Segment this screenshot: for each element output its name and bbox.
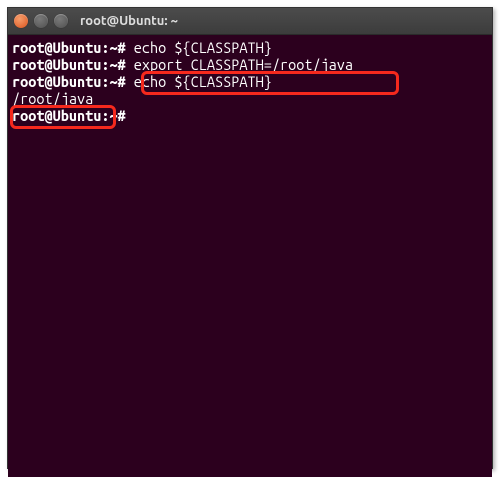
prompt: root@Ubuntu:~# [12,73,126,90]
terminal-line: root@Ubuntu:~# echo ${CLASSPATH} [12,73,488,90]
maximize-icon[interactable] [54,14,68,28]
prompt: root@Ubuntu:~# [12,39,126,56]
terminal-line: /root/java [12,90,488,107]
window-title: root@Ubuntu: ~ [80,14,178,28]
terminal-line: root@Ubuntu:~# export CLASSPATH=/root/ja… [12,56,488,73]
command-text: echo ${CLASSPATH} [126,73,272,90]
terminal-line: root@Ubuntu:~# [12,107,488,124]
command-text: echo ${CLASSPATH} [126,39,272,56]
output-text: /root/java [12,90,93,107]
terminal-body[interactable]: root@Ubuntu:~# echo ${CLASSPATH} root@Ub… [8,35,492,477]
terminal-line: root@Ubuntu:~# echo ${CLASSPATH} [12,39,488,56]
close-icon[interactable] [14,14,28,28]
prompt: root@Ubuntu:~# [12,56,126,73]
command-text [126,107,134,124]
minimize-icon[interactable] [34,14,48,28]
titlebar[interactable]: root@Ubuntu: ~ [8,8,492,35]
terminal-window: root@Ubuntu: ~ root@Ubuntu:~# echo ${CLA… [7,7,493,469]
command-text: export CLASSPATH=/root/java [126,56,353,73]
prompt: root@Ubuntu:~# [12,107,126,124]
